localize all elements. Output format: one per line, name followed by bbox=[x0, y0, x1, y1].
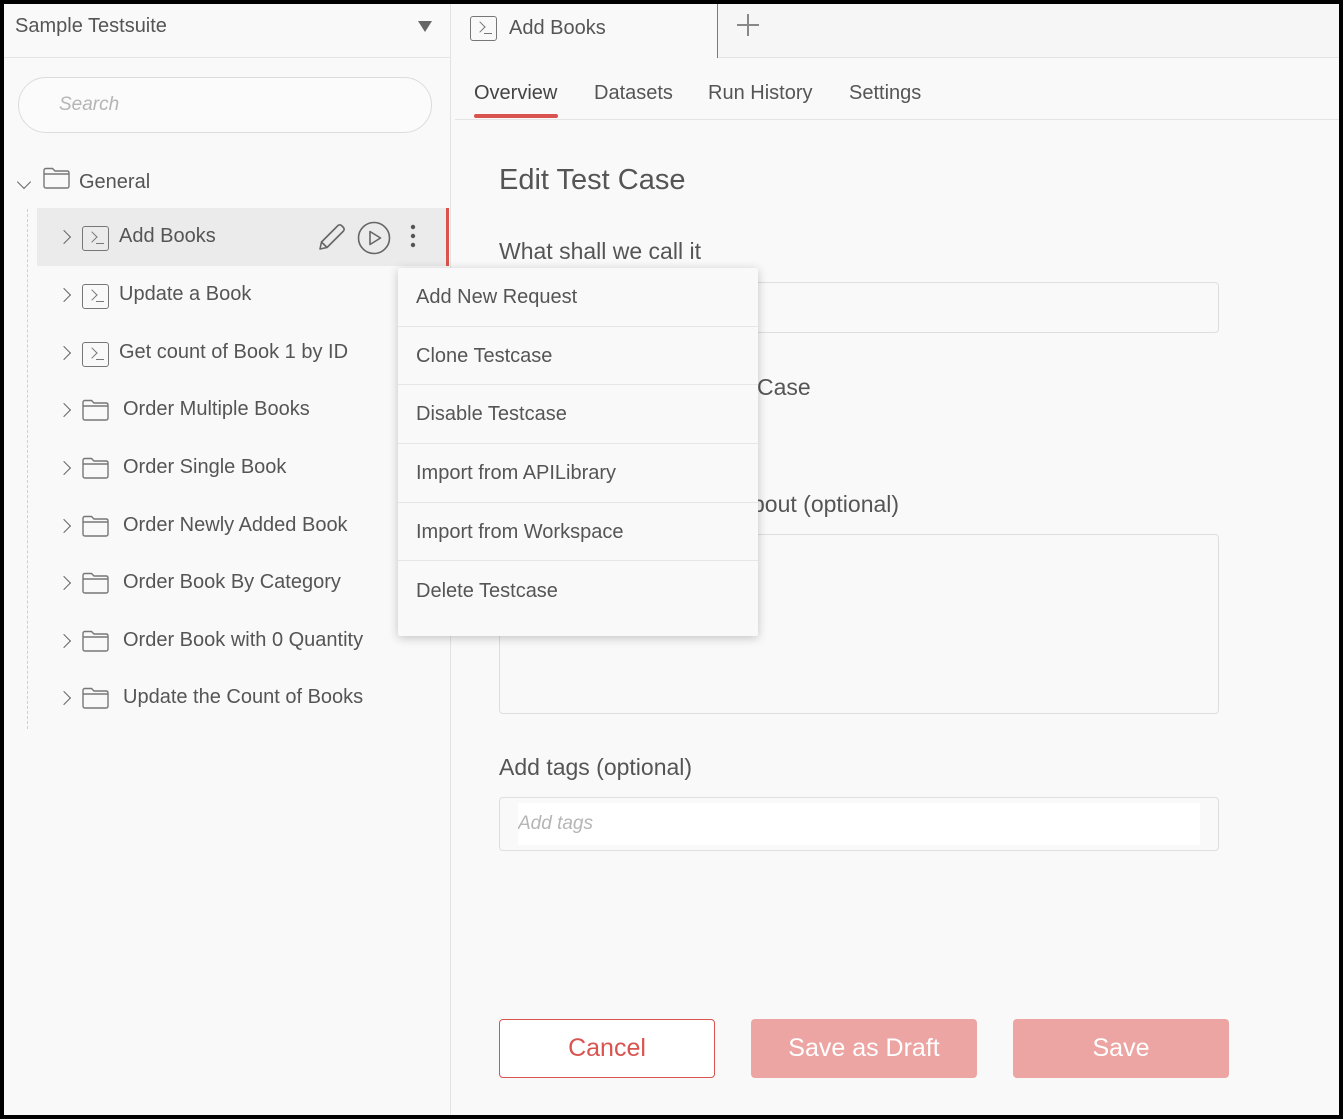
tab-run-history[interactable]: Run History bbox=[708, 82, 812, 105]
tree-folder-order-multiple-books[interactable]: Order Multiple Books bbox=[37, 381, 449, 439]
menu-item-add-new-request[interactable]: Add New Request bbox=[398, 268, 758, 327]
tab-overview[interactable]: Overview bbox=[474, 82, 557, 105]
menu-item-label: Import from APILibrary bbox=[416, 462, 617, 485]
testsuite-name: Sample Testsuite bbox=[15, 15, 167, 37]
save-button[interactable]: Save bbox=[1013, 1019, 1229, 1078]
cancel-button[interactable]: Cancel bbox=[499, 1019, 715, 1078]
testcase-icon bbox=[470, 16, 497, 41]
tab-settings[interactable]: Settings bbox=[849, 82, 921, 105]
folder-icon bbox=[43, 167, 70, 189]
search-input[interactable] bbox=[59, 92, 399, 118]
plus-icon[interactable] bbox=[736, 13, 760, 37]
tree-folder-order-newly-added-book[interactable]: Order Newly Added Book bbox=[37, 497, 449, 555]
chevron-right-icon[interactable] bbox=[56, 633, 72, 649]
subtab-bar: Overview Datasets Run History Settings bbox=[455, 58, 1339, 120]
menu-item-label: Add New Request bbox=[416, 286, 578, 308]
chevron-right-icon[interactable] bbox=[56, 518, 72, 534]
menu-item-label: Delete Testcase bbox=[416, 579, 558, 602]
tree-folder-order-book-zero-quantity[interactable]: Order Book with 0 Quantity bbox=[37, 612, 449, 670]
tags-field-label: Add tags (optional) bbox=[499, 754, 693, 780]
description-field-label: bout (optional) bbox=[752, 491, 900, 517]
tree-item-label: Update a Book bbox=[119, 283, 252, 305]
pencil-icon[interactable] bbox=[314, 221, 348, 255]
chevron-right-icon[interactable] bbox=[56, 575, 72, 591]
menu-item-delete-testcase[interactable]: Delete Testcase bbox=[398, 562, 758, 621]
folder-icon bbox=[82, 687, 109, 709]
tree-item-label: Order Book with 0 Quantity bbox=[123, 629, 364, 651]
menu-item-label: Disable Testcase bbox=[416, 403, 567, 426]
type-field-label: Case bbox=[757, 374, 811, 400]
name-field-label: What shall we call it bbox=[499, 238, 701, 264]
tree-item-label: Order Multiple Books bbox=[123, 398, 310, 420]
search-box[interactable] bbox=[18, 77, 432, 133]
kebab-menu-icon[interactable] bbox=[403, 223, 423, 251]
chevron-right-icon[interactable] bbox=[56, 460, 72, 476]
folder-icon bbox=[82, 515, 109, 537]
play-icon[interactable] bbox=[357, 221, 391, 255]
testcase-icon bbox=[82, 342, 109, 367]
tree-item-label: Order Book By Category bbox=[123, 571, 341, 593]
chevron-right-icon[interactable] bbox=[56, 229, 72, 245]
tab-datasets[interactable]: Datasets bbox=[594, 82, 673, 105]
app-window: Sample Testsuite General Add Books bbox=[4, 4, 1339, 1115]
testcase-context-menu: Add New Request Clone Testcase Disable T… bbox=[398, 268, 758, 636]
chevron-right-icon[interactable] bbox=[56, 345, 72, 361]
chevron-right-icon[interactable] bbox=[56, 690, 72, 706]
menu-item-clone-testcase[interactable]: Clone Testcase bbox=[398, 327, 758, 386]
chevron-down-icon[interactable] bbox=[16, 174, 32, 190]
menu-item-disable-testcase[interactable]: Disable Testcase bbox=[398, 385, 758, 445]
sidebar: Sample Testsuite General Add Books bbox=[4, 4, 451, 1115]
tree-folder-order-book-by-category[interactable]: Order Book By Category bbox=[37, 554, 449, 612]
folder-icon bbox=[82, 630, 109, 652]
tree-item-label: Order Newly Added Book bbox=[123, 514, 348, 536]
chevron-right-icon[interactable] bbox=[56, 402, 72, 418]
file-tab-add-books[interactable]: Add Books bbox=[455, 4, 718, 58]
tree-guide-line bbox=[27, 209, 28, 729]
tree-item-label: Get count of Book 1 by ID bbox=[119, 341, 349, 363]
tree-folder-general[interactable]: General bbox=[14, 163, 434, 203]
tree-item-get-count[interactable]: Get count of Book 1 by ID bbox=[37, 324, 449, 382]
tags-field[interactable] bbox=[499, 797, 1219, 851]
tags-input[interactable] bbox=[518, 811, 1118, 837]
menu-item-import-workspace[interactable]: Import from Workspace bbox=[398, 503, 758, 562]
active-tab-indicator bbox=[474, 114, 558, 118]
tree-item-label: Add Books bbox=[119, 225, 216, 247]
menu-item-label: Import from Workspace bbox=[416, 520, 624, 543]
testcase-icon bbox=[82, 226, 109, 251]
testsuite-selector[interactable]: Sample Testsuite bbox=[4, 4, 451, 58]
page-title: Edit Test Case bbox=[499, 164, 686, 196]
tree-folder-order-single-book[interactable]: Order Single Book bbox=[37, 439, 449, 497]
save-as-draft-button[interactable]: Save as Draft bbox=[751, 1019, 977, 1078]
tree-item-add-books[interactable]: Add Books bbox=[37, 208, 449, 266]
tree-item-label: Order Single Book bbox=[123, 456, 287, 478]
tree-item-update-a-book[interactable]: Update a Book bbox=[37, 266, 449, 324]
file-tab-title: Add Books bbox=[509, 17, 606, 39]
menu-item-label: Clone Testcase bbox=[416, 344, 553, 367]
file-tab-bar: Add Books bbox=[455, 4, 1339, 58]
chevron-right-icon[interactable] bbox=[56, 287, 72, 303]
folder-icon bbox=[82, 457, 109, 479]
folder-icon bbox=[82, 572, 109, 594]
menu-item-import-apilibrary[interactable]: Import from APILibrary bbox=[398, 444, 758, 503]
tags-input-wrapper[interactable] bbox=[518, 803, 1200, 845]
folder-label: General bbox=[79, 171, 151, 193]
caret-down-icon[interactable] bbox=[418, 21, 432, 32]
tree-folder-update-count-of-books[interactable]: Update the Count of Books bbox=[37, 669, 449, 727]
folder-icon bbox=[82, 399, 109, 421]
testcase-icon bbox=[82, 284, 109, 309]
tree-item-label: Update the Count of Books bbox=[123, 686, 364, 708]
